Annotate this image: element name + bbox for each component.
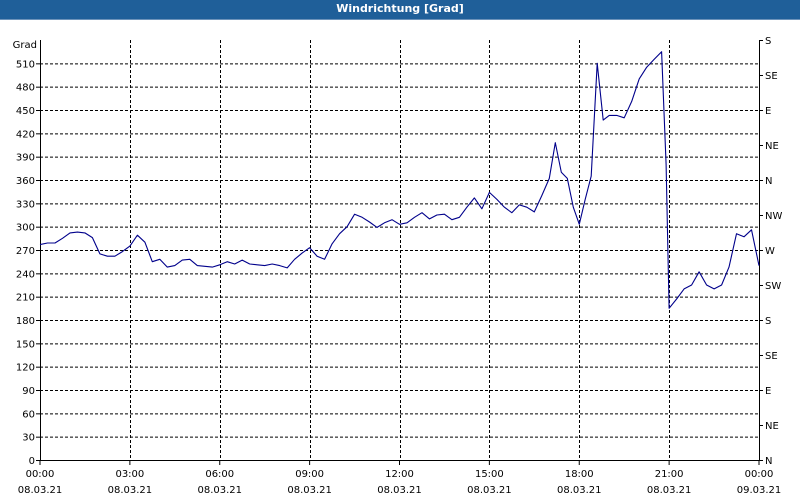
x-tick-date: 09.03.21 [737,485,782,496]
x-tick-date: 08.03.21 [197,485,242,496]
right-axis-label: E [765,106,771,117]
x-tick-time: 09:00 [295,469,324,480]
wind-direction-series [39,51,760,309]
right-axis-label: NW [765,211,782,222]
x-tick-time: 18:00 [565,469,594,480]
right-axis-label: N [765,176,772,187]
y-tick-label: 240 [16,269,35,280]
y-tick-label: 450 [16,106,35,117]
right-axis-label: W [765,246,775,257]
right-axis-label: SE [765,71,778,82]
y-tick-label: 0 [29,456,35,467]
x-tick-time: 06:00 [205,469,234,480]
x-tick-date: 08.03.21 [18,485,63,496]
y-tick-label: 210 [16,293,35,304]
y-tick-label: 420 [16,129,35,140]
x-tick-time: 03:00 [115,469,144,480]
y-tick-label: 360 [16,176,35,187]
right-axis-label: S [765,36,771,47]
right-axis-label: SW [765,281,781,292]
y-tick-label: 90 [22,386,35,397]
right-axis-label: E [765,386,771,397]
right-axis-label: N [765,456,772,467]
y-tick-label: 180 [16,316,35,327]
y-tick-label: 150 [16,339,35,350]
right-axis-label: NE [765,141,779,152]
x-tick-date: 08.03.21 [287,485,332,496]
y-tick-label: 390 [16,153,35,164]
y-tick-label: 60 [22,409,35,420]
y-tick-label: 300 [16,223,35,234]
right-axis-label: SE [765,351,778,362]
y-axis-label: Grad [13,40,37,51]
y-tick-label: 270 [16,246,35,257]
x-tick-time: 21:00 [655,469,684,480]
x-tick-time: 15:00 [475,469,504,480]
x-tick-date: 08.03.21 [467,485,512,496]
x-tick-time: 12:00 [385,469,414,480]
x-tick-date: 08.03.21 [377,485,422,496]
x-tick-time: 00:00 [745,469,774,480]
y-tick-label: 480 [16,83,35,94]
x-tick-date: 08.03.21 [108,485,153,496]
wind-direction-chart: 0 30 60 90 120 150 180 210 240 270 300 330 360 390 420… [13,36,783,496]
y-tick-label: 510 [16,59,35,70]
y-tick-label: 120 [16,363,35,374]
x-tick-date: 08.03.21 [647,485,692,496]
x-tick-date: 08.03.21 [557,485,602,496]
x-tick-time: 00:00 [26,469,55,480]
y-tick-label: 330 [16,199,35,210]
right-axis-label: S [765,316,771,327]
y-tick-label: 30 [22,433,35,444]
right-axis-label: NE [765,421,779,432]
